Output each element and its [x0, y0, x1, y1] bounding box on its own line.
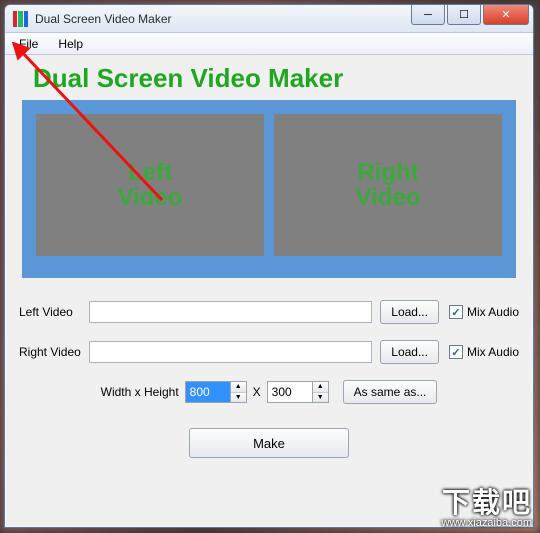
chevron-up-icon[interactable]: ▲	[313, 382, 328, 393]
menubar: File Help	[5, 33, 533, 55]
menu-help[interactable]: Help	[48, 35, 93, 53]
right-video-label: Right Video	[19, 345, 89, 359]
left-video-input[interactable]	[89, 301, 372, 323]
chevron-down-icon[interactable]: ▼	[231, 393, 246, 403]
watermark-text: 下载吧	[442, 489, 532, 517]
height-spin-buttons[interactable]: ▲▼	[312, 382, 328, 402]
checkbox-icon: ✓	[449, 305, 463, 319]
left-video-preview[interactable]: LeftVideo	[36, 114, 264, 256]
left-load-button[interactable]: Load...	[380, 300, 439, 324]
right-mix-audio[interactable]: ✓ Mix Audio	[449, 345, 519, 359]
as-same-as-button[interactable]: As same as...	[343, 380, 438, 404]
right-video-placeholder: RightVideo	[356, 160, 421, 210]
chevron-down-icon[interactable]: ▼	[313, 393, 328, 403]
left-video-row: Left Video Load... ✓ Mix Audio	[19, 300, 519, 324]
window-title: Dual Screen Video Maker	[35, 12, 172, 26]
width-spin-buttons[interactable]: ▲▼	[230, 382, 246, 402]
minimize-button[interactable]: ─	[411, 5, 445, 25]
chevron-up-icon[interactable]: ▲	[231, 382, 246, 393]
dimensions-label: Width x Height	[101, 385, 179, 399]
right-mix-label: Mix Audio	[467, 345, 519, 359]
close-button[interactable]: ✕	[483, 5, 529, 25]
right-load-button[interactable]: Load...	[380, 340, 439, 364]
checkbox-icon: ✓	[449, 345, 463, 359]
left-video-label: Left Video	[19, 305, 89, 319]
left-mix-label: Mix Audio	[467, 305, 519, 319]
width-input[interactable]	[186, 382, 230, 402]
menu-file[interactable]: File	[9, 35, 48, 53]
app-window: Dual Screen Video Maker ─ ☐ ✕ File Help …	[4, 4, 534, 528]
watermark-url: www.xiazaiba.com	[442, 517, 532, 529]
left-mix-audio[interactable]: ✓ Mix Audio	[449, 305, 519, 319]
titlebar[interactable]: Dual Screen Video Maker ─ ☐ ✕	[5, 5, 533, 33]
maximize-button[interactable]: ☐	[447, 5, 481, 25]
make-button[interactable]: Make	[189, 428, 349, 458]
watermark: 下载吧 www.xiazaiba.com	[428, 487, 540, 533]
right-video-preview[interactable]: RightVideo	[274, 114, 502, 256]
preview-panel: LeftVideo RightVideo	[22, 100, 516, 278]
left-video-placeholder: LeftVideo	[118, 160, 183, 210]
width-stepper[interactable]: ▲▼	[185, 381, 247, 403]
height-input[interactable]	[268, 382, 312, 402]
page-title: Dual Screen Video Maker	[33, 63, 523, 94]
app-icon	[13, 11, 29, 27]
right-video-row: Right Video Load... ✓ Mix Audio	[19, 340, 519, 364]
x-separator: X	[253, 385, 261, 399]
height-stepper[interactable]: ▲▼	[267, 381, 329, 403]
right-video-input[interactable]	[89, 341, 372, 363]
dimensions-row: Width x Height ▲▼ X ▲▼ As same as...	[19, 380, 519, 404]
